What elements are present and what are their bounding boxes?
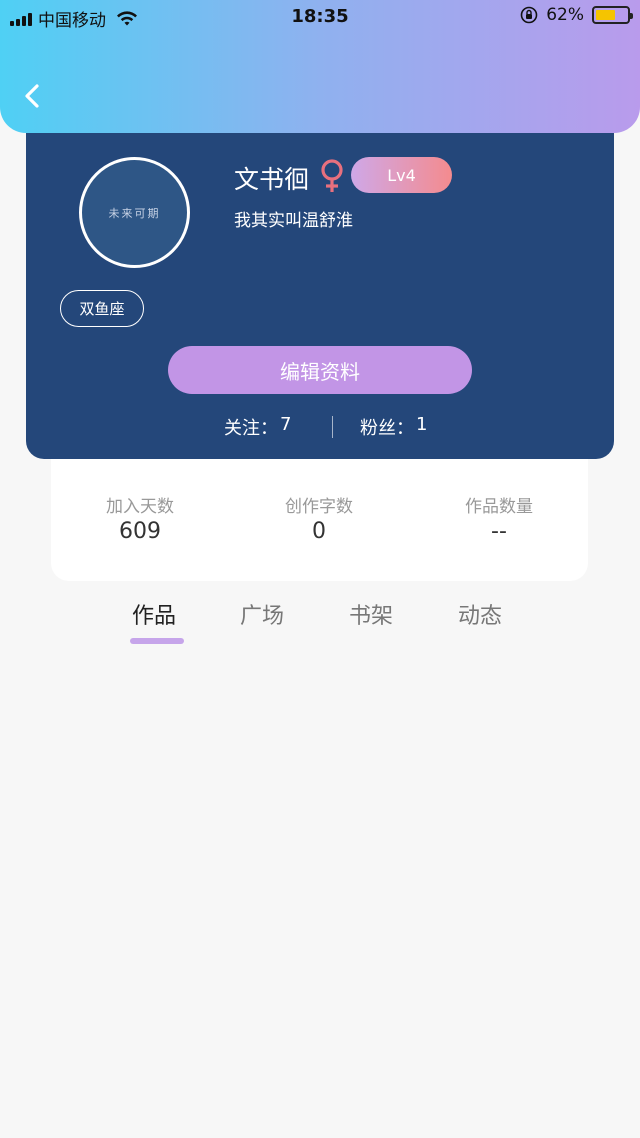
followers-link[interactable]: 粉丝： 1	[360, 414, 427, 440]
stat-value: --	[491, 519, 507, 544]
level-badge: Lv4	[351, 157, 452, 193]
tab-square[interactable]: 广场	[240, 598, 284, 630]
followers-count: 1	[416, 414, 428, 435]
stat-works-count: 作品数量 --	[409, 492, 589, 544]
stat-label: 加入天数	[106, 497, 174, 517]
stats-card: 加入天数 609 创作字数 0 作品数量 --	[51, 440, 588, 581]
battery-percent: 62%	[546, 5, 584, 25]
battery-level	[596, 10, 615, 20]
user-name: 文书徊	[234, 165, 310, 194]
follow-divider	[332, 416, 333, 438]
profile-card: 未来可期 文书徊 Lv4 我其实叫温舒淮 双鱼座 编辑资料 关注： 7 粉丝： …	[26, 100, 614, 459]
female-gender-icon	[321, 159, 343, 192]
tab-activity[interactable]: 动态	[458, 598, 502, 630]
battery-icon	[592, 6, 633, 24]
stat-word-count: 创作字数 0	[229, 492, 409, 544]
avatar-signature: 未来可期	[108, 206, 161, 220]
stat-join-days: 加入天数 609	[50, 492, 230, 544]
stat-label: 作品数量	[465, 497, 533, 517]
stat-label: 创作字数	[285, 497, 353, 517]
tab-works[interactable]: 作品	[132, 598, 176, 630]
stat-value: 0	[312, 519, 326, 544]
content-tabs: 作品 广场 书架 动态	[0, 598, 640, 648]
following-count: 7	[280, 414, 292, 435]
follow-stats: 关注： 7 粉丝： 1	[26, 414, 614, 440]
avatar[interactable]: 未来可期	[79, 157, 190, 268]
status-bar: 中国移动 18:35 62%	[0, 0, 640, 34]
chevron-left-icon[interactable]	[18, 80, 50, 112]
status-right: 62%	[520, 5, 633, 25]
user-bio: 我其实叫温舒淮	[234, 211, 353, 231]
zodiac-tag: 双鱼座	[60, 290, 144, 327]
following-link[interactable]: 关注： 7	[224, 414, 291, 440]
stat-value: 609	[119, 519, 161, 544]
followers-label: 粉丝：	[360, 418, 414, 439]
active-tab-indicator	[130, 638, 184, 644]
edit-profile-button[interactable]: 编辑资料	[168, 346, 472, 394]
following-label: 关注：	[224, 418, 278, 439]
tab-bookshelf[interactable]: 书架	[349, 598, 393, 630]
rotation-lock-icon	[520, 6, 538, 24]
header-bar: 中国移动 18:35 62%	[0, 0, 640, 133]
